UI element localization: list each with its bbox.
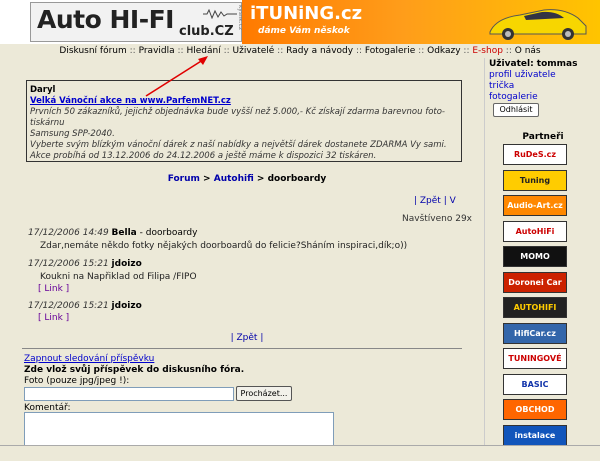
nav-item-gallery[interactable]: Fotogalerie bbox=[365, 46, 415, 56]
header-banner: Auto HI-FI club.CZ kyslík.cz iTUNiNG.cz … bbox=[0, 0, 600, 44]
partners-title: Partneři bbox=[522, 132, 564, 142]
tuning-advert[interactable]: iTUNiNG.cz dáme Vám něskok bbox=[242, 0, 600, 44]
partner-logo[interactable]: Audio-Art.cz bbox=[503, 195, 567, 216]
sidebar-link-profile[interactable]: profil uživatele bbox=[489, 70, 556, 80]
nav-item-eshop[interactable]: E-shop bbox=[472, 46, 503, 56]
post-user[interactable]: Bella bbox=[112, 228, 137, 238]
nav-item-users[interactable]: Uživatelé bbox=[233, 46, 275, 56]
nav-item-about[interactable]: O nás bbox=[515, 46, 541, 56]
logo-club-text: club.CZ bbox=[179, 24, 234, 39]
reply-form-title: Zde vlož svůj příspěvek do diskusního fó… bbox=[24, 365, 245, 375]
site-logo[interactable]: Auto HI-FI club.CZ kyslík.cz bbox=[30, 2, 244, 42]
post-user[interactable]: jdoizo bbox=[112, 259, 142, 269]
sports-car-icon bbox=[489, 9, 587, 40]
notice-title-link[interactable]: Velká Vánoční akce na www.ParfemNET.cz bbox=[30, 96, 458, 107]
partner-logo[interactable]: Doronei Car HiFi bbox=[503, 271, 567, 293]
notice-line: Prvních 50 zákazníků, jejichž objednávka… bbox=[30, 107, 445, 128]
post-body: Zdar,nemáte někdo fotky nějakých doorboa… bbox=[40, 241, 408, 251]
nav-separator: :: bbox=[418, 46, 425, 56]
tuning-title: iTUNiNG.cz bbox=[250, 3, 363, 24]
notice-author: Daryl bbox=[30, 85, 56, 95]
nav-separator: :: bbox=[223, 46, 230, 56]
partner-logo[interactable]: OBCHOD bbox=[503, 399, 567, 420]
browse-button[interactable]: Procházet... bbox=[236, 386, 292, 401]
notice-line: Vyberte svým blízkým vánoční dárek z naš… bbox=[30, 140, 447, 150]
breadcrumb: Forum > Autohifi > doorboardy bbox=[22, 174, 472, 184]
notice-line: Akce probíhá od 13.12.2006 do 24.12.2006… bbox=[30, 151, 377, 161]
promo-notice: Daryl Velká Vánoční akce na www.ParfemNE… bbox=[26, 80, 462, 162]
nav-item-guides[interactable]: Rady a návody bbox=[286, 46, 353, 56]
sidebar-link-gallery[interactable]: fotogalerie bbox=[489, 92, 538, 102]
back-link-top[interactable]: | Zpět | V bbox=[414, 196, 456, 206]
current-user-label: Uživatel: tommas bbox=[489, 59, 578, 69]
post-user[interactable]: jdoizo bbox=[112, 301, 142, 311]
partner-logo[interactable]: TUNINGOVÉ DOPLŇKY bbox=[503, 348, 567, 369]
post-item: 17/12/2006 14:49 Bella - doorboardy Zdar… bbox=[28, 228, 407, 251]
post-subject: - doorboardy bbox=[136, 228, 198, 238]
breadcrumb-forum[interactable]: Forum bbox=[168, 174, 200, 184]
section-divider bbox=[22, 348, 462, 349]
partner-logo[interactable]: instalace bbox=[503, 424, 567, 446]
partner-logo[interactable]: MOMO bbox=[503, 246, 567, 267]
status-bar bbox=[0, 445, 600, 461]
logout-button[interactable]: Odhlásit bbox=[493, 103, 539, 117]
partner-logo[interactable]: RuDeS.cz bbox=[503, 144, 567, 165]
partner-logo[interactable]: AUTOHIFI CENTRUM bbox=[503, 297, 567, 318]
nav-separator: :: bbox=[355, 46, 363, 56]
notice-line: Samsung SPP-2040. bbox=[30, 129, 115, 139]
post-item: 17/12/2006 15:21 jdoizo [ Link ] bbox=[28, 301, 142, 323]
main-nav: Diskusní fórum :: Pravidla :: Hledání ::… bbox=[0, 44, 600, 58]
right-sidebar: Uživatel: tommas profil uživatele trička… bbox=[484, 58, 600, 461]
sidebar-link-shirts[interactable]: trička bbox=[489, 81, 514, 91]
view-count: Navštíveno 29x bbox=[402, 214, 473, 224]
post-link[interactable]: [ Link ] bbox=[38, 284, 197, 294]
main-content: Daryl Velká Vánoční akce na www.ParfemNE… bbox=[22, 58, 472, 461]
nav-separator: :: bbox=[129, 46, 136, 56]
nav-separator: :: bbox=[463, 46, 470, 56]
post-item: 17/12/2006 15:21 jdoizo Koukni na Napřik… bbox=[28, 259, 197, 294]
partner-logo[interactable]: HifiCar.cz bbox=[503, 322, 567, 344]
photo-file-input[interactable] bbox=[24, 387, 234, 401]
breadcrumb-separator: > bbox=[199, 174, 214, 184]
tuning-subtitle: dáme Vám něskok bbox=[258, 26, 350, 36]
post-body: Koukni na Napřiklad od Filipa /FIPO bbox=[40, 272, 197, 282]
nav-separator: :: bbox=[277, 46, 284, 56]
post-date: 17/12/2006 15:21 bbox=[28, 259, 109, 269]
post-date: 17/12/2006 15:21 bbox=[28, 301, 109, 311]
post-date: 17/12/2006 14:49 bbox=[28, 228, 109, 238]
partner-logo[interactable]: BASIC bbox=[503, 373, 567, 395]
nav-separator: :: bbox=[505, 46, 512, 56]
post-link[interactable]: [ Link ] bbox=[38, 313, 142, 323]
nav-item-links[interactable]: Odkazy bbox=[427, 46, 460, 56]
red-arrow-annotation bbox=[145, 56, 208, 97]
subscribe-link[interactable]: Zapnout sledování příspěvku bbox=[24, 354, 154, 364]
photo-label: Foto (pouze jpg/jpeg !): bbox=[24, 376, 130, 386]
logo-main-text: Auto HI-FI bbox=[37, 5, 174, 34]
waveform-icon bbox=[203, 9, 237, 19]
back-link-bottom[interactable]: | Zpět | bbox=[22, 333, 472, 343]
partner-logo[interactable]: Tuning Centrum bbox=[503, 169, 567, 191]
breadcrumb-section[interactable]: Autohifi bbox=[214, 174, 254, 184]
nav-item-forum[interactable]: Diskusní fórum bbox=[59, 46, 126, 56]
partner-logo[interactable]: AutoHiFi bbox=[503, 220, 567, 242]
breadcrumb-topic: doorboardy bbox=[267, 174, 327, 184]
breadcrumb-separator: > bbox=[253, 174, 268, 184]
